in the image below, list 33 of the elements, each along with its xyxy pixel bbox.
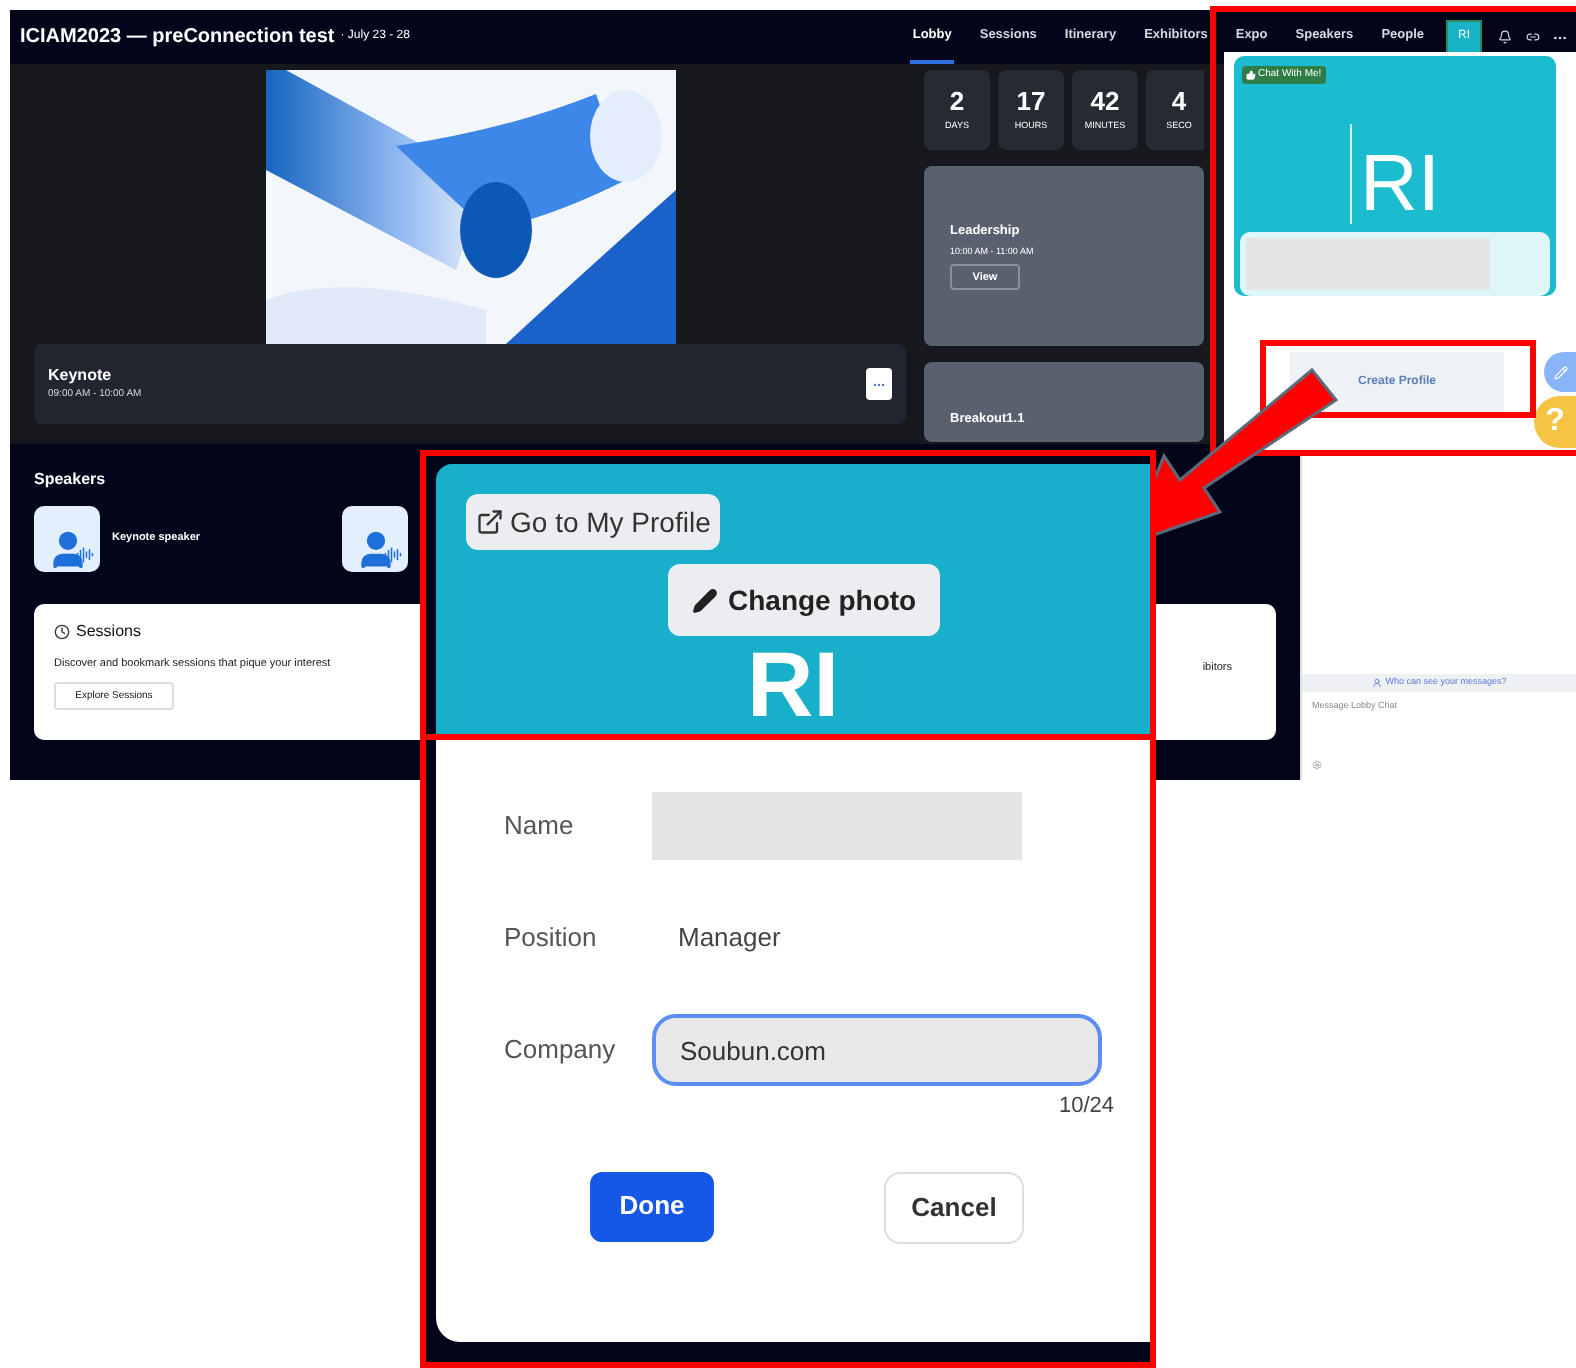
person-icon	[1371, 678, 1382, 688]
speaker-avatar-icon[interactable]	[34, 505, 100, 571]
card-title: Sessions	[76, 620, 141, 644]
keynote-title: Keynote	[48, 364, 114, 389]
field-label: Company	[504, 1032, 618, 1069]
speakers-heading: Speakers	[34, 468, 108, 492]
text-cursor	[1350, 124, 1352, 224]
field-label: Position	[504, 920, 599, 957]
company-field[interactable]: Soubun.com	[652, 1014, 1102, 1086]
go-to-profile-button[interactable]: Go to My Profile	[466, 494, 721, 550]
more-button[interactable]	[866, 368, 892, 400]
external-link-icon	[476, 508, 504, 536]
countdown-value: 42	[1090, 87, 1120, 114]
pencil-icon	[1553, 365, 1567, 379]
position-value: Manager	[678, 920, 781, 957]
countdown-value: 17	[1016, 87, 1046, 114]
field-label: Name	[504, 808, 576, 845]
name-field[interactable]	[652, 792, 1022, 860]
done-button[interactable]: Done	[590, 1171, 714, 1241]
cancel-button[interactable]: Cancel	[884, 1171, 1024, 1243]
notification-icon[interactable]	[1498, 30, 1512, 44]
speaker-avatar-icon[interactable]	[342, 505, 408, 571]
profile-initials: RI	[747, 638, 839, 730]
clock-icon	[54, 624, 70, 640]
change-photo-button[interactable]: Change photo	[668, 564, 941, 636]
pencil-icon	[692, 587, 718, 613]
profile-initials: RI	[1360, 144, 1440, 224]
countdown-value: 4	[1171, 87, 1187, 114]
link-icon[interactable]	[1526, 30, 1540, 44]
character-counter: 10/24	[1058, 1092, 1114, 1122]
thumbs-up-icon	[1246, 70, 1256, 80]
event-title: ICIAM2023 — preConnection test	[20, 24, 335, 52]
countdown-value: 2	[949, 87, 965, 114]
